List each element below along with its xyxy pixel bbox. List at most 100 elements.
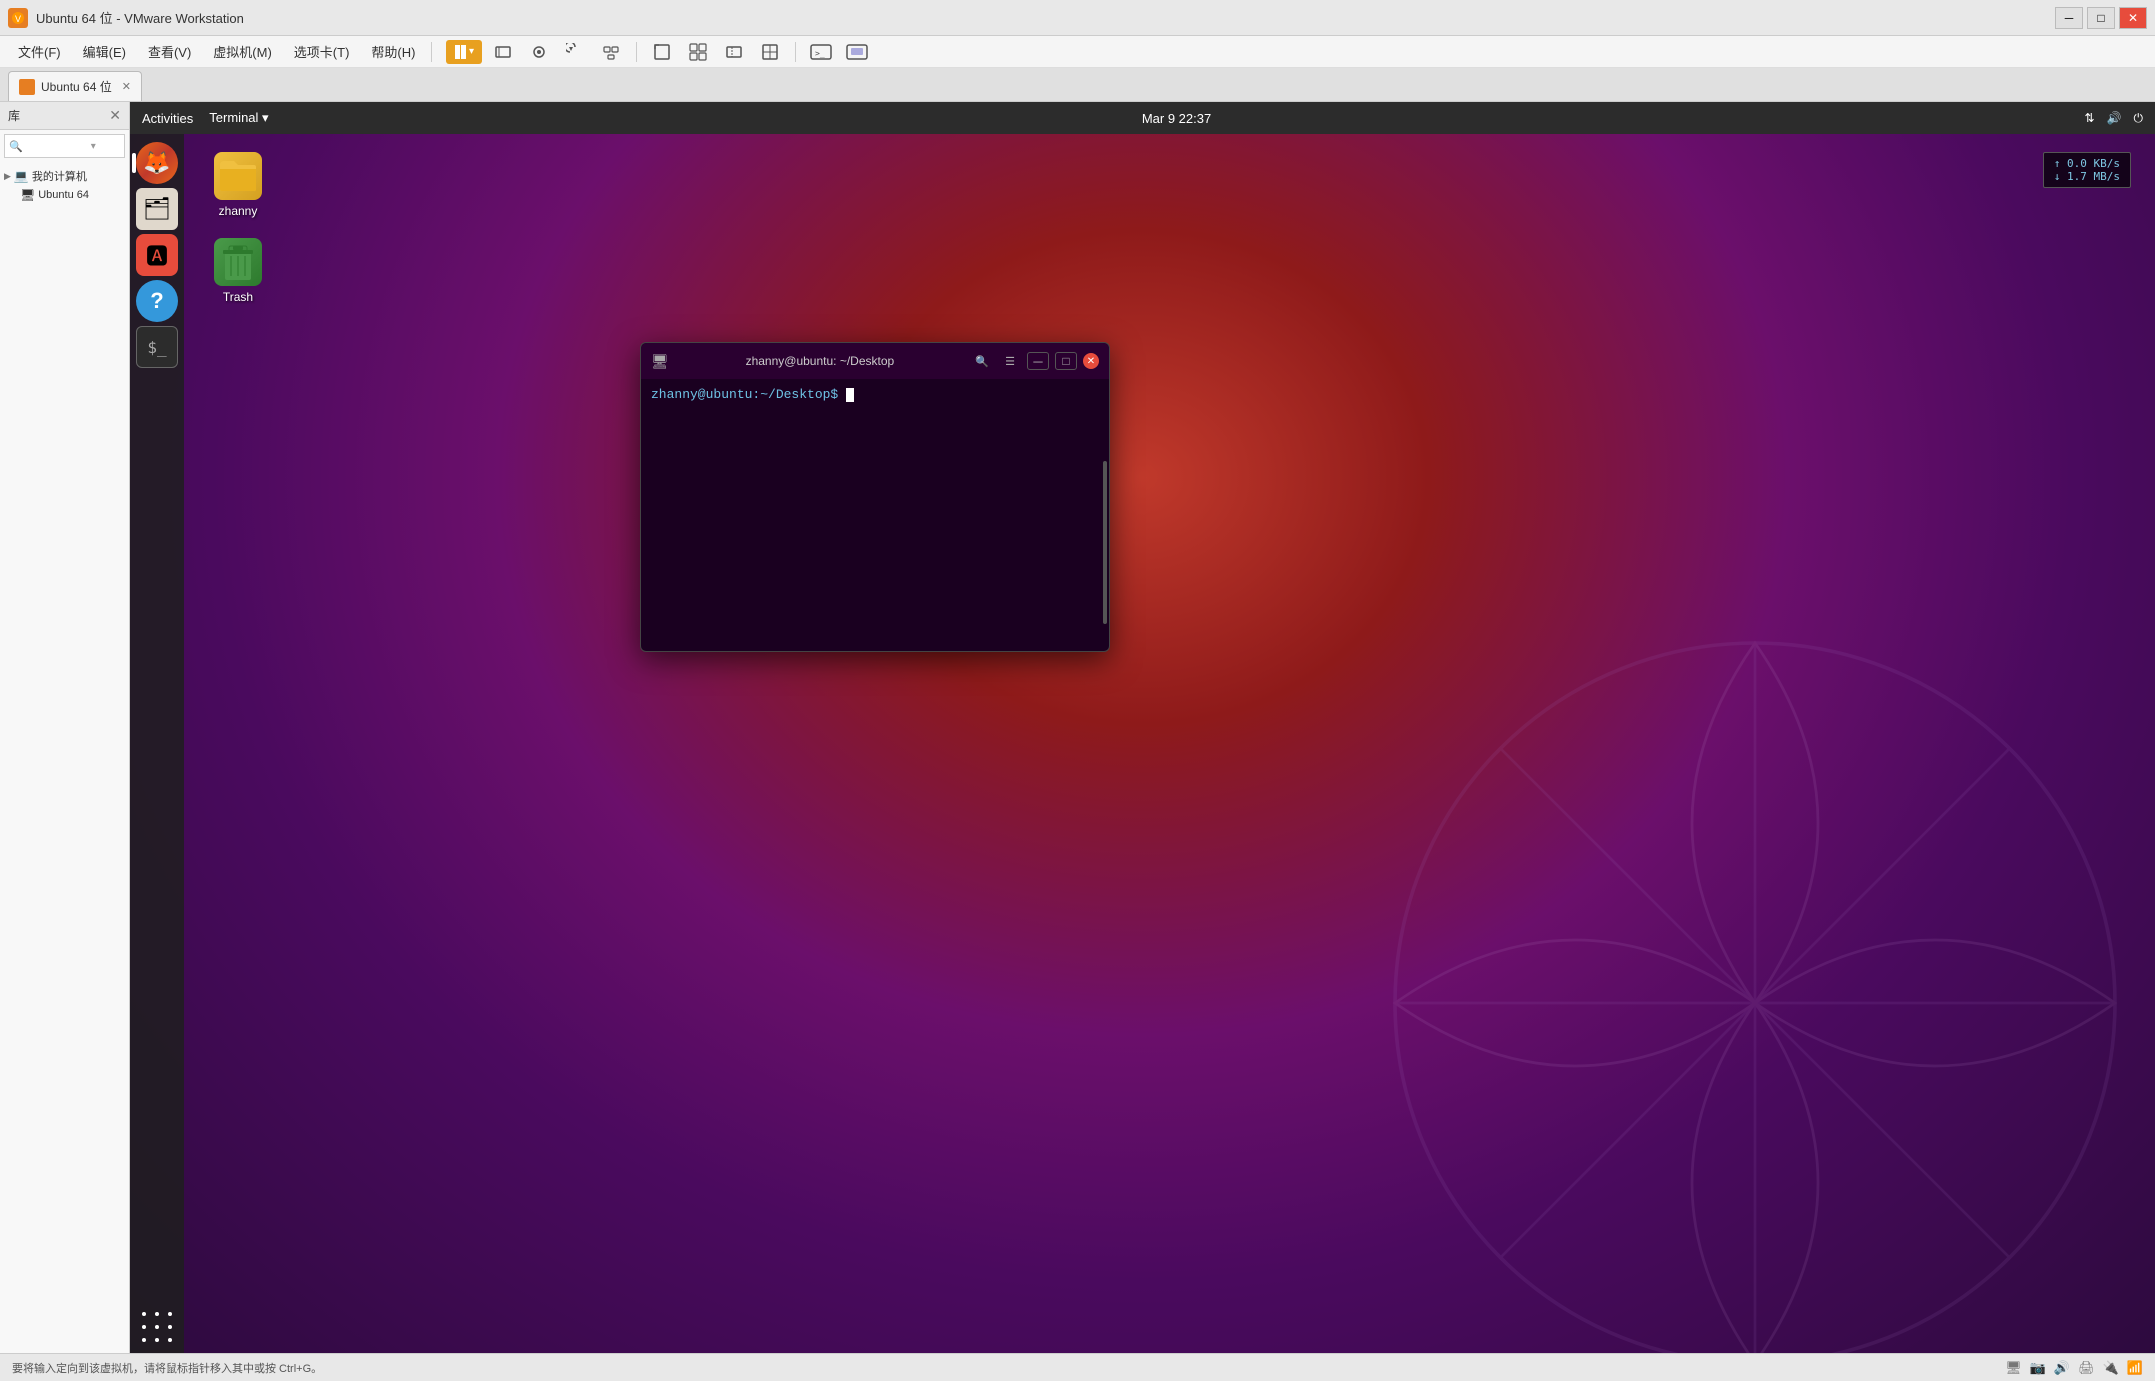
- desktop-icon-trash-label: Trash: [223, 290, 253, 304]
- network-speed-indicator: ↑ 0.0 KB/s ↓ 1.7 MB/s: [2043, 152, 2131, 188]
- terminal-prompt-line: zhanny@ubuntu:~/Desktop$: [651, 387, 1099, 402]
- terminal-menu-button[interactable]: Terminal ▾: [209, 110, 268, 126]
- menu-tabs[interactable]: 选项卡(T): [284, 40, 360, 63]
- gui-button[interactable]: [842, 40, 872, 64]
- dock-show-apps[interactable]: [139, 1309, 175, 1345]
- library-close-button[interactable]: ✕: [109, 107, 121, 124]
- terminal-maximize-button[interactable]: □: [1055, 352, 1077, 370]
- dock-active-indicator: [132, 153, 136, 173]
- autofit-button[interactable]: [755, 40, 785, 64]
- restore-snapshot-button[interactable]: [560, 40, 590, 64]
- send-ctrl-alt-del-button[interactable]: [488, 40, 518, 64]
- toolbar-sep1: [636, 42, 637, 62]
- library-search-box[interactable]: 🔍 ▾: [4, 134, 125, 158]
- appstore-icon: 🅰: [146, 239, 168, 271]
- activities-button[interactable]: Activities: [142, 111, 193, 126]
- ubuntu-system-tray: ⇅ 🔊 ⏻: [2084, 111, 2143, 126]
- tree-child-label: Ubuntu 64: [38, 189, 89, 201]
- status-icon-4[interactable]: 🖨: [2078, 1360, 2095, 1376]
- dock-terminal[interactable]: $_: [136, 326, 178, 368]
- library-tree: ▶ 💻 我的计算机 🖥 Ubuntu 64: [0, 162, 129, 208]
- status-bar: 要将输入定向到该虚拟机，请将鼠标指针移入其中或按 Ctrl+G。 🖥 📷 🔊 🖨…: [0, 1353, 2155, 1381]
- tab-bar: Ubuntu 64 位 ✕: [0, 68, 2155, 102]
- ubuntu-datetime: Mar 9 22:37: [1142, 111, 1211, 126]
- terminal-body[interactable]: zhanny@ubuntu:~/Desktop$: [641, 379, 1109, 651]
- pause-button[interactable]: ▾: [446, 40, 482, 64]
- library-search-input[interactable]: [27, 140, 87, 152]
- folder-icon: [214, 152, 262, 200]
- tree-root[interactable]: ▶ 💻 我的计算机: [4, 166, 125, 186]
- dock-files[interactable]: 🗂: [136, 188, 178, 230]
- status-icon-1[interactable]: 🖥: [2005, 1360, 2022, 1376]
- menu-separator: [431, 42, 432, 62]
- snapshot-button[interactable]: [524, 40, 554, 64]
- terminal-window-controls: 🔍 ☰ ─ □ ✕: [971, 352, 1099, 370]
- vm-icon: 🖥: [20, 188, 35, 202]
- download-speed: ↓ 1.7 MB/s: [2054, 170, 2120, 183]
- menu-file[interactable]: 文件(F): [8, 40, 71, 63]
- close-button[interactable]: ✕: [2119, 7, 2147, 29]
- full-screen-button[interactable]: [647, 40, 677, 64]
- main-area: 库 ✕ 🔍 ▾ ▶ 💻 我的计算机 🖥 Ubuntu 64: [0, 102, 2155, 1353]
- title-bar: V Ubuntu 64 位 - VMware Workstation ─ □ ✕: [0, 0, 2155, 36]
- tree-root-label: 我的计算机: [32, 168, 87, 184]
- menu-vm[interactable]: 虚拟机(M): [203, 40, 282, 63]
- terminal-search-button[interactable]: 🔍: [971, 352, 993, 370]
- library-search-dropdown[interactable]: ▾: [91, 141, 96, 152]
- terminal-window-icon: 🖥: [651, 353, 669, 370]
- dock-help[interactable]: ?: [136, 280, 178, 322]
- desktop-icon-zhanny[interactable]: zhanny: [198, 152, 278, 218]
- vm-tab-ubuntu[interactable]: Ubuntu 64 位 ✕: [8, 71, 142, 101]
- unity-button[interactable]: [683, 40, 713, 64]
- tree-child-ubuntu[interactable]: 🖥 Ubuntu 64: [4, 186, 125, 204]
- power-tray-icon[interactable]: ⏻: [2133, 111, 2143, 126]
- stretch-button[interactable]: [719, 40, 749, 64]
- library-header: 库 ✕: [0, 102, 129, 130]
- upload-speed: ↑ 0.0 KB/s: [2054, 157, 2120, 170]
- window-controls: ─ □ ✕: [2055, 7, 2147, 29]
- terminal-menu-icon[interactable]: ☰: [999, 352, 1021, 370]
- computer-icon: 💻: [14, 169, 29, 183]
- terminal-prompt-text: zhanny@ubuntu:~/Desktop$: [651, 387, 838, 402]
- status-icon-3[interactable]: 🔊: [2054, 1360, 2070, 1376]
- terminal-title-text: zhanny@ubuntu: ~/Desktop: [669, 354, 971, 368]
- menu-help[interactable]: 帮助(H): [361, 40, 425, 63]
- terminal-scrollbar[interactable]: [1103, 461, 1107, 624]
- menu-view[interactable]: 查看(V): [138, 40, 201, 63]
- tab-close-button[interactable]: ✕: [122, 80, 131, 93]
- console-view-button[interactable]: >_: [806, 40, 836, 64]
- status-right-icons: 🖥 📷 🔊 🖨 🔌 📶: [2005, 1360, 2143, 1376]
- toolbar-sep2: [795, 42, 796, 62]
- vmware-app-icon: V: [8, 8, 28, 28]
- ubuntu-logo-watermark: [1305, 553, 2155, 1353]
- status-icon-5[interactable]: 🔌: [2103, 1360, 2119, 1376]
- vm-tab-label: Ubuntu 64 位: [41, 78, 112, 95]
- tree-expand-icon: ▶: [4, 171, 11, 182]
- network-tray-icon[interactable]: ⇅: [2084, 111, 2094, 125]
- terminal-window: 🖥 zhanny@ubuntu: ~/Desktop 🔍 ☰ ─ □ ✕ zha…: [640, 342, 1110, 652]
- dock-appstore[interactable]: 🅰: [136, 234, 178, 276]
- ubuntu-topbar: Activities Terminal ▾ Mar 9 22:37 ⇅ 🔊 ⏻: [130, 102, 2155, 134]
- library-panel: 库 ✕ 🔍 ▾ ▶ 💻 我的计算机 🖥 Ubuntu 64: [0, 102, 130, 1353]
- library-search-icon: 🔍: [9, 140, 23, 153]
- status-icon-2[interactable]: 📷: [2030, 1360, 2046, 1376]
- status-icon-6[interactable]: 📶: [2127, 1360, 2143, 1376]
- toolbar: ▾: [446, 40, 872, 64]
- desktop-icon-trash[interactable]: Trash: [198, 238, 278, 304]
- maximize-button[interactable]: □: [2087, 7, 2115, 29]
- manage-snapshots-button[interactable]: [596, 40, 626, 64]
- terminal-minimize-button[interactable]: ─: [1027, 352, 1049, 370]
- status-hint-text: 要将输入定向到该虚拟机，请将鼠标指针移入其中或按 Ctrl+G。: [12, 1360, 322, 1376]
- svg-text:>_: >_: [815, 49, 825, 58]
- vm-tab-icon: [19, 79, 35, 95]
- ubuntu-topbar-left: Activities Terminal ▾: [142, 110, 269, 126]
- menu-edit[interactable]: 编辑(E): [73, 40, 136, 63]
- volume-tray-icon[interactable]: 🔊: [2107, 111, 2122, 125]
- dock-firefox[interactable]: 🦊: [136, 142, 178, 184]
- minimize-button[interactable]: ─: [2055, 7, 2083, 29]
- ubuntu-desktop[interactable]: Activities Terminal ▾ Mar 9 22:37 ⇅ 🔊 ⏻ …: [130, 102, 2155, 1353]
- terminal-cursor: [846, 388, 854, 402]
- svg-text:V: V: [15, 14, 21, 24]
- desktop-icons: zhanny Trash: [198, 152, 278, 304]
- terminal-close-button[interactable]: ✕: [1083, 353, 1099, 369]
